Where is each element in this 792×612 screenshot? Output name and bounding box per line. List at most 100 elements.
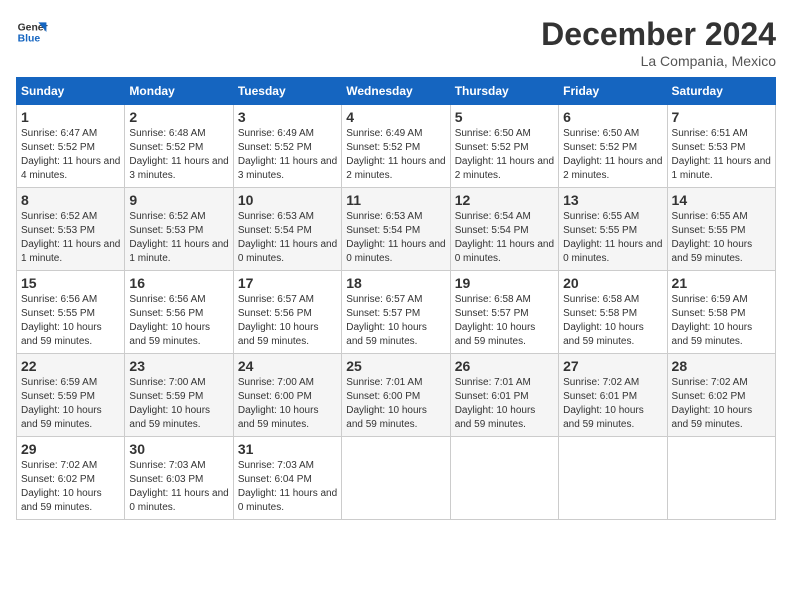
day-info: Sunrise: 6:50 AM Sunset: 5:52 PM Dayligh… — [455, 127, 554, 183]
calendar-cell: 10 Sunrise: 6:53 AM Sunset: 5:54 PM Dayl… — [233, 188, 341, 271]
day-header-saturday: Saturday — [667, 78, 775, 105]
day-info: Sunrise: 7:00 AM Sunset: 6:00 PM Dayligh… — [238, 376, 337, 432]
day-number: 26 — [455, 358, 554, 374]
calendar-cell — [559, 437, 667, 520]
calendar-cell: 5 Sunrise: 6:50 AM Sunset: 5:52 PM Dayli… — [450, 105, 558, 188]
day-header-wednesday: Wednesday — [342, 78, 450, 105]
calendar-cell: 26 Sunrise: 7:01 AM Sunset: 6:01 PM Dayl… — [450, 354, 558, 437]
day-header-tuesday: Tuesday — [233, 78, 341, 105]
calendar-cell: 23 Sunrise: 7:00 AM Sunset: 5:59 PM Dayl… — [125, 354, 233, 437]
day-info: Sunrise: 7:02 AM Sunset: 6:02 PM Dayligh… — [21, 459, 120, 515]
day-number: 9 — [129, 192, 228, 208]
calendar-cell: 3 Sunrise: 6:49 AM Sunset: 5:52 PM Dayli… — [233, 105, 341, 188]
calendar-cell — [667, 437, 775, 520]
svg-text:Blue: Blue — [18, 34, 41, 45]
calendar-cell: 2 Sunrise: 6:48 AM Sunset: 5:52 PM Dayli… — [125, 105, 233, 188]
day-number: 14 — [672, 192, 771, 208]
day-number: 23 — [129, 358, 228, 374]
day-info: Sunrise: 6:54 AM Sunset: 5:54 PM Dayligh… — [455, 210, 554, 266]
day-info: Sunrise: 7:01 AM Sunset: 6:00 PM Dayligh… — [346, 376, 445, 432]
day-number: 27 — [563, 358, 662, 374]
day-number: 31 — [238, 441, 337, 457]
day-number: 20 — [563, 275, 662, 291]
day-header-thursday: Thursday — [450, 78, 558, 105]
day-info: Sunrise: 7:00 AM Sunset: 5:59 PM Dayligh… — [129, 376, 228, 432]
calendar-cell: 1 Sunrise: 6:47 AM Sunset: 5:52 PM Dayli… — [17, 105, 125, 188]
calendar-cell: 21 Sunrise: 6:59 AM Sunset: 5:58 PM Dayl… — [667, 271, 775, 354]
day-number: 11 — [346, 192, 445, 208]
day-info: Sunrise: 6:47 AM Sunset: 5:52 PM Dayligh… — [21, 127, 120, 183]
title-area: December 2024 La Compania, Mexico — [541, 16, 776, 69]
day-number: 2 — [129, 109, 228, 125]
calendar-cell: 19 Sunrise: 6:58 AM Sunset: 5:57 PM Dayl… — [450, 271, 558, 354]
day-info: Sunrise: 7:03 AM Sunset: 6:04 PM Dayligh… — [238, 459, 337, 515]
calendar-cell: 28 Sunrise: 7:02 AM Sunset: 6:02 PM Dayl… — [667, 354, 775, 437]
calendar-week-1: 1 Sunrise: 6:47 AM Sunset: 5:52 PM Dayli… — [17, 105, 776, 188]
day-info: Sunrise: 7:02 AM Sunset: 6:02 PM Dayligh… — [672, 376, 771, 432]
day-info: Sunrise: 7:02 AM Sunset: 6:01 PM Dayligh… — [563, 376, 662, 432]
day-number: 18 — [346, 275, 445, 291]
day-number: 21 — [672, 275, 771, 291]
day-info: Sunrise: 6:50 AM Sunset: 5:52 PM Dayligh… — [563, 127, 662, 183]
calendar-week-3: 15 Sunrise: 6:56 AM Sunset: 5:55 PM Dayl… — [17, 271, 776, 354]
calendar-cell: 14 Sunrise: 6:55 AM Sunset: 5:55 PM Dayl… — [667, 188, 775, 271]
calendar-cell: 17 Sunrise: 6:57 AM Sunset: 5:56 PM Dayl… — [233, 271, 341, 354]
calendar-cell: 20 Sunrise: 6:58 AM Sunset: 5:58 PM Dayl… — [559, 271, 667, 354]
day-number: 1 — [21, 109, 120, 125]
day-number: 12 — [455, 192, 554, 208]
day-header-friday: Friday — [559, 78, 667, 105]
month-title: December 2024 — [541, 16, 776, 53]
day-info: Sunrise: 6:55 AM Sunset: 5:55 PM Dayligh… — [563, 210, 662, 266]
day-number: 22 — [21, 358, 120, 374]
calendar-cell: 25 Sunrise: 7:01 AM Sunset: 6:00 PM Dayl… — [342, 354, 450, 437]
day-header-monday: Monday — [125, 78, 233, 105]
logo-icon: General Blue — [16, 16, 48, 48]
calendar-cell: 9 Sunrise: 6:52 AM Sunset: 5:53 PM Dayli… — [125, 188, 233, 271]
day-number: 24 — [238, 358, 337, 374]
calendar-header-row: SundayMondayTuesdayWednesdayThursdayFrid… — [17, 78, 776, 105]
calendar-cell: 8 Sunrise: 6:52 AM Sunset: 5:53 PM Dayli… — [17, 188, 125, 271]
header: General Blue December 2024 La Compania, … — [16, 16, 776, 69]
calendar-cell: 24 Sunrise: 7:00 AM Sunset: 6:00 PM Dayl… — [233, 354, 341, 437]
day-number: 10 — [238, 192, 337, 208]
calendar-cell: 31 Sunrise: 7:03 AM Sunset: 6:04 PM Dayl… — [233, 437, 341, 520]
day-number: 25 — [346, 358, 445, 374]
calendar-cell: 22 Sunrise: 6:59 AM Sunset: 5:59 PM Dayl… — [17, 354, 125, 437]
day-info: Sunrise: 6:52 AM Sunset: 5:53 PM Dayligh… — [129, 210, 228, 266]
calendar-cell: 27 Sunrise: 7:02 AM Sunset: 6:01 PM Dayl… — [559, 354, 667, 437]
calendar-cell — [450, 437, 558, 520]
day-info: Sunrise: 6:59 AM Sunset: 5:59 PM Dayligh… — [21, 376, 120, 432]
day-info: Sunrise: 6:53 AM Sunset: 5:54 PM Dayligh… — [238, 210, 337, 266]
day-info: Sunrise: 6:51 AM Sunset: 5:53 PM Dayligh… — [672, 127, 771, 183]
calendar-week-4: 22 Sunrise: 6:59 AM Sunset: 5:59 PM Dayl… — [17, 354, 776, 437]
day-number: 17 — [238, 275, 337, 291]
calendar-week-2: 8 Sunrise: 6:52 AM Sunset: 5:53 PM Dayli… — [17, 188, 776, 271]
day-info: Sunrise: 6:58 AM Sunset: 5:58 PM Dayligh… — [563, 293, 662, 349]
day-number: 30 — [129, 441, 228, 457]
day-number: 19 — [455, 275, 554, 291]
day-info: Sunrise: 7:01 AM Sunset: 6:01 PM Dayligh… — [455, 376, 554, 432]
calendar-cell: 16 Sunrise: 6:56 AM Sunset: 5:56 PM Dayl… — [125, 271, 233, 354]
calendar-cell: 29 Sunrise: 7:02 AM Sunset: 6:02 PM Dayl… — [17, 437, 125, 520]
day-info: Sunrise: 6:57 AM Sunset: 5:56 PM Dayligh… — [238, 293, 337, 349]
day-info: Sunrise: 6:53 AM Sunset: 5:54 PM Dayligh… — [346, 210, 445, 266]
day-info: Sunrise: 6:55 AM Sunset: 5:55 PM Dayligh… — [672, 210, 771, 266]
calendar-cell: 11 Sunrise: 6:53 AM Sunset: 5:54 PM Dayl… — [342, 188, 450, 271]
day-number: 5 — [455, 109, 554, 125]
day-info: Sunrise: 6:48 AM Sunset: 5:52 PM Dayligh… — [129, 127, 228, 183]
day-number: 28 — [672, 358, 771, 374]
day-info: Sunrise: 6:56 AM Sunset: 5:56 PM Dayligh… — [129, 293, 228, 349]
day-info: Sunrise: 6:52 AM Sunset: 5:53 PM Dayligh… — [21, 210, 120, 266]
day-info: Sunrise: 6:58 AM Sunset: 5:57 PM Dayligh… — [455, 293, 554, 349]
location: La Compania, Mexico — [541, 53, 776, 69]
calendar-cell: 6 Sunrise: 6:50 AM Sunset: 5:52 PM Dayli… — [559, 105, 667, 188]
calendar-cell: 7 Sunrise: 6:51 AM Sunset: 5:53 PM Dayli… — [667, 105, 775, 188]
day-number: 6 — [563, 109, 662, 125]
calendar-cell: 15 Sunrise: 6:56 AM Sunset: 5:55 PM Dayl… — [17, 271, 125, 354]
calendar-cell: 30 Sunrise: 7:03 AM Sunset: 6:03 PM Dayl… — [125, 437, 233, 520]
day-info: Sunrise: 6:49 AM Sunset: 5:52 PM Dayligh… — [346, 127, 445, 183]
day-info: Sunrise: 6:57 AM Sunset: 5:57 PM Dayligh… — [346, 293, 445, 349]
calendar-cell: 4 Sunrise: 6:49 AM Sunset: 5:52 PM Dayli… — [342, 105, 450, 188]
calendar-table: SundayMondayTuesdayWednesdayThursdayFrid… — [16, 77, 776, 520]
logo: General Blue — [16, 16, 48, 48]
